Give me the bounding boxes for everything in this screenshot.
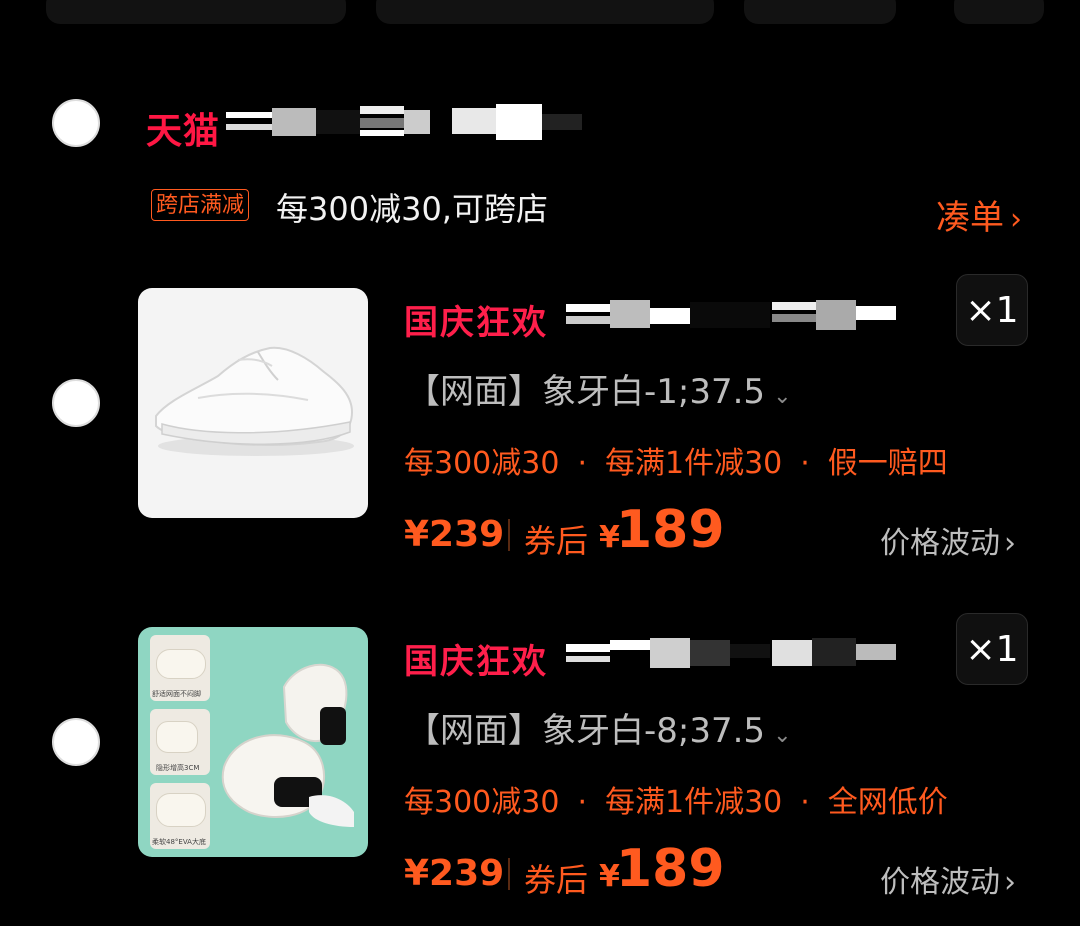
cross-store-discount-text: 每300减30,可跨店 xyxy=(276,190,548,228)
coudan-button[interactable]: 凑单 › xyxy=(936,190,1022,239)
coudan-label: 凑单 xyxy=(936,198,1004,238)
promo-tag: 每300减30 xyxy=(404,446,560,481)
feature-label: 隐形增高3CM xyxy=(156,764,200,772)
top-card-3[interactable] xyxy=(744,0,896,24)
sku-text: 【网面】象牙白-8;37.5 xyxy=(406,711,766,751)
chevron-down-icon: ⌄ xyxy=(773,384,792,409)
product-title-redacted[interactable] xyxy=(566,298,898,332)
price-trend-link[interactable]: 价格波动 › xyxy=(880,518,1016,562)
event-badge: 国庆狂欢 xyxy=(404,303,548,343)
price-divider xyxy=(508,858,510,890)
store-name-redacted[interactable] xyxy=(226,104,590,140)
product-image[interactable] xyxy=(138,288,368,518)
chevron-down-icon: ⌄ xyxy=(773,723,792,748)
original-price: ¥239 xyxy=(404,853,505,894)
sku-selector[interactable]: 【网面】象牙白-8;37.5 ⌄ xyxy=(406,703,792,752)
item-select-radio[interactable] xyxy=(52,718,100,766)
sku-selector[interactable]: 【网面】象牙白-1;37.5 ⌄ xyxy=(406,364,792,413)
cross-store-discount-tag: 跨店满减 xyxy=(151,189,250,221)
sku-text: 【网面】象牙白-1;37.5 xyxy=(406,372,766,412)
promo-tag: 每300减30 xyxy=(404,785,560,820)
top-card-1[interactable] xyxy=(46,0,346,24)
item-select-radio[interactable] xyxy=(52,379,100,427)
store-select-radio[interactable] xyxy=(52,99,100,147)
promo-tag: 每满1件减30 xyxy=(604,446,783,481)
chevron-right-icon: › xyxy=(1004,526,1016,561)
product-image[interactable]: 舒适网面不闷脚 隐形增高3CM 柔软48°EVA大底 xyxy=(138,627,368,857)
chevron-right-icon: › xyxy=(1010,202,1022,237)
product-title-redacted[interactable] xyxy=(566,636,898,670)
quantity-stepper[interactable]: ×1 xyxy=(956,274,1028,346)
feature-panel-2: 隐形增高3CM xyxy=(150,709,210,775)
sneaker-model-image xyxy=(221,663,354,827)
promo-tags: 每300减30 · 每满1件减30 · 全网低价 xyxy=(404,785,948,820)
promo-tags: 每300减30 · 每满1件减30 · 假一赔四 xyxy=(404,446,948,481)
price-trend-label: 价格波动 xyxy=(880,865,1000,900)
feature-label: 柔软48°EVA大底 xyxy=(152,838,206,846)
top-card-4[interactable] xyxy=(954,0,1044,24)
quantity-stepper[interactable]: ×1 xyxy=(956,613,1028,685)
sneaker-image xyxy=(155,346,354,456)
chevron-right-icon: › xyxy=(1004,865,1016,900)
promo-tag: 全网低价 xyxy=(827,785,948,820)
feature-label: 舒适网面不闷脚 xyxy=(152,690,201,698)
feature-panel-1: 舒适网面不闷脚 xyxy=(150,635,210,701)
price-divider xyxy=(508,519,510,551)
promo-tag: 假一赔四 xyxy=(827,446,948,481)
original-price: ¥239 xyxy=(404,514,505,555)
tmall-logo: 天猫 xyxy=(146,111,221,152)
coupon-price: 189 xyxy=(616,500,725,560)
coupon-price-label: 券后 xyxy=(524,522,589,560)
coupon-price-label: 券后 xyxy=(524,861,589,899)
feature-panel-3: 柔软48°EVA大底 xyxy=(150,783,210,849)
event-badge: 国庆狂欢 xyxy=(404,642,548,682)
coupon-price: 189 xyxy=(616,839,725,899)
top-card-2[interactable] xyxy=(376,0,714,24)
promo-tag: 每满1件减30 xyxy=(604,785,783,820)
price-trend-link[interactable]: 价格波动 › xyxy=(880,857,1016,901)
price-trend-label: 价格波动 xyxy=(880,526,1000,561)
